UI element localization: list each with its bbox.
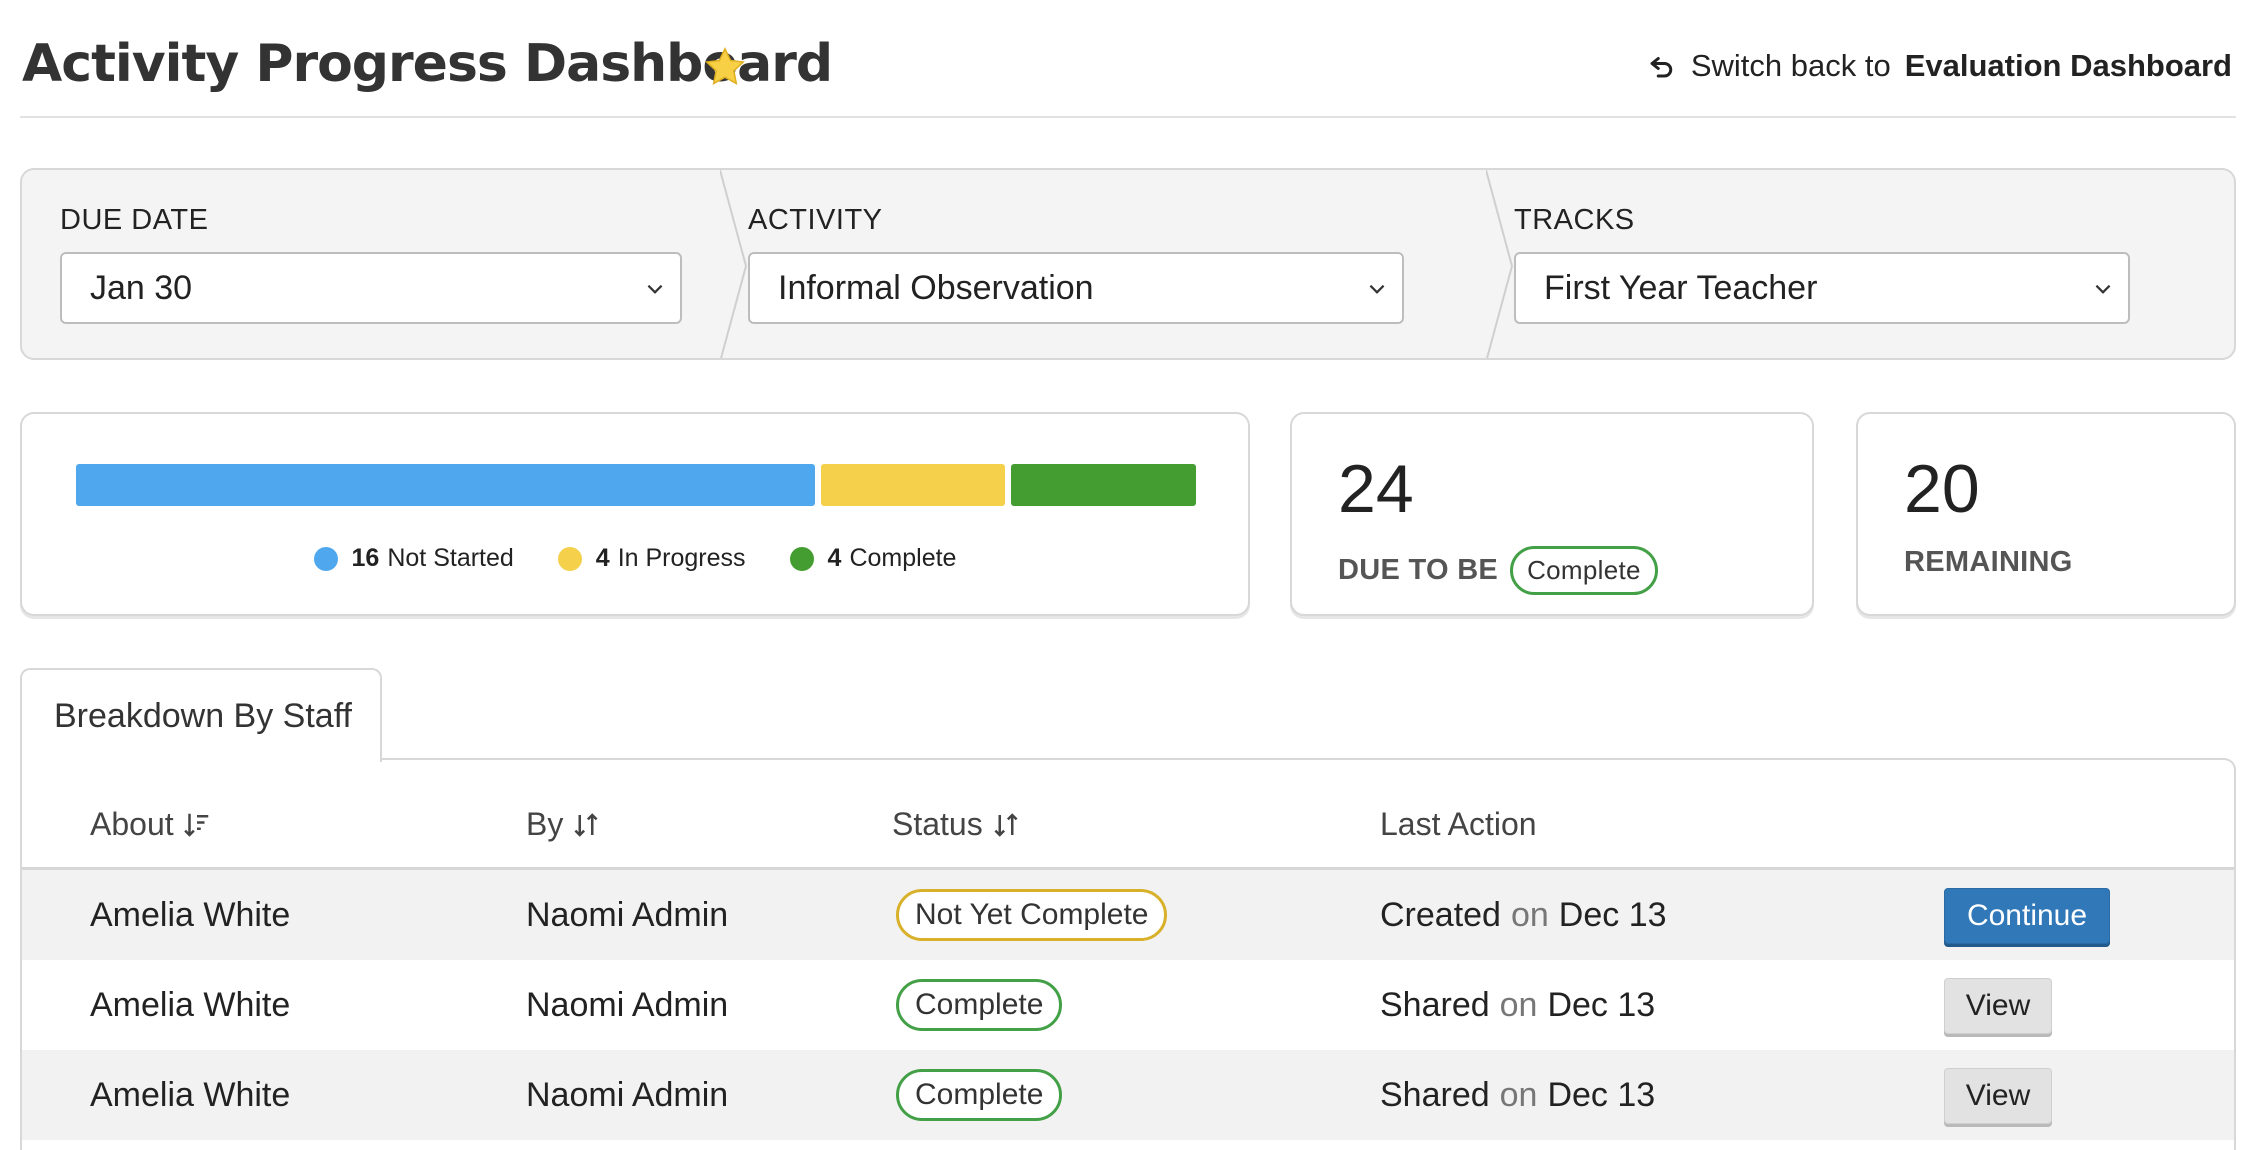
column-by[interactable]: By	[526, 806, 601, 843]
column-status[interactable]: Status	[892, 806, 1021, 843]
due-date-value: Jan 30	[90, 268, 193, 307]
row-last-action: Created on Dec 13	[1380, 870, 1667, 960]
view-button[interactable]: View	[1944, 978, 2052, 1034]
legend-complete: 4 Complete	[789, 544, 957, 573]
action-verb: Created	[1380, 895, 1501, 934]
remaining-card: 20 REMAINING	[1856, 412, 2236, 616]
status-badge: Complete	[896, 1069, 1063, 1121]
table-row: Amelia White Naomi Admin Complete Shared…	[22, 960, 2234, 1050]
row-last-action: Shared on Dec 13	[1380, 1050, 1655, 1140]
table-row: Amelia White Naomi Admin Not Yet Complet…	[22, 870, 2234, 960]
tracks-filter: TRACKS First Year Teacher	[1512, 170, 2234, 358]
due-date-filter: DUE DATE Jan 30	[22, 170, 742, 358]
complete-label: Complete	[849, 544, 957, 572]
column-last-action-label: Last Action	[1380, 806, 1537, 842]
legend-not-started: 16 Not Started	[313, 544, 514, 573]
undo-arrow-icon	[1650, 57, 1673, 78]
complete-count: 4	[827, 544, 842, 572]
not-started-label: Not Started	[387, 544, 514, 572]
action-connector: on	[1499, 1075, 1538, 1114]
action-date: Dec 13	[1547, 985, 1656, 1024]
progress-legend: 16 Not Started 4 In Progress 4 Complete	[22, 544, 1248, 573]
due-caption-text: DUE TO BE	[1338, 554, 1499, 586]
staff-table: About By Status Last Action Amelia White…	[20, 758, 2236, 1150]
chevron-down-icon	[1369, 284, 1385, 294]
filter-bar: DUE DATE Jan 30 ACTIVITY Informal Observ…	[20, 168, 2236, 360]
activity-filter: ACTIVITY Informal Observation	[746, 170, 1508, 358]
continue-button[interactable]: Continue	[1944, 888, 2110, 944]
chevron-down-icon	[647, 284, 663, 294]
yellow-dot-icon	[557, 546, 582, 571]
table-row: Amelia White Naomi Admin Complete Shared…	[22, 1050, 2234, 1140]
due-date-select[interactable]: Jan 30	[60, 252, 682, 324]
tracks-label: TRACKS	[1514, 204, 1635, 236]
switch-link-prefix: Switch back to	[1690, 48, 1891, 83]
column-about[interactable]: About	[90, 806, 212, 843]
legend-in-progress: 4 In Progress	[557, 544, 746, 573]
in-progress-label: In Progress	[617, 544, 746, 572]
progress-card: 16 Not Started 4 In Progress 4 Complete	[20, 412, 1250, 616]
remaining-count: 20	[1904, 451, 1980, 527]
table-header: About By Status Last Action	[22, 760, 2234, 870]
column-about-label: About	[90, 806, 174, 842]
row-about: Amelia White	[90, 1075, 291, 1114]
green-dot-icon	[789, 546, 814, 571]
action-connector: on	[1499, 985, 1538, 1024]
tracks-value: First Year Teacher	[1544, 268, 1818, 307]
blue-dot-icon	[313, 546, 338, 571]
activity-value: Informal Observation	[778, 268, 1094, 307]
action-connector: on	[1510, 895, 1549, 934]
activity-label: ACTIVITY	[748, 204, 883, 236]
sort-descending-icon	[183, 813, 208, 837]
chevron-down-icon	[2095, 284, 2111, 294]
sort-icon	[994, 812, 1018, 837]
view-button[interactable]: View	[1944, 1068, 2052, 1124]
due-count: 24	[1338, 451, 1414, 527]
progress-segment-not-started	[76, 464, 815, 506]
activity-select[interactable]: Informal Observation	[748, 252, 1404, 324]
row-by: Naomi Admin	[526, 895, 729, 934]
switch-dashboard-link[interactable]: Switch back to Evaluation Dashboard	[1647, 48, 2232, 84]
column-status-label: Status	[892, 806, 983, 842]
action-verb: Shared	[1380, 985, 1490, 1024]
in-progress-count: 4	[595, 544, 610, 572]
due-card: 24 DUE TO BE Complete	[1290, 412, 1814, 616]
due-date-label: DUE DATE	[60, 204, 209, 236]
action-verb: Shared	[1380, 1075, 1490, 1114]
status-badge: Complete	[896, 979, 1063, 1031]
row-about: Amelia White	[90, 895, 291, 934]
action-date: Dec 13	[1547, 1075, 1656, 1114]
row-by: Naomi Admin	[526, 1075, 729, 1114]
status-badge: Not Yet Complete	[896, 889, 1168, 941]
action-date: Dec 13	[1558, 895, 1667, 934]
column-by-label: By	[526, 806, 564, 842]
not-started-count: 16	[351, 544, 380, 572]
switch-link-target: Evaluation Dashboard	[1904, 48, 2232, 83]
complete-badge: Complete	[1510, 546, 1658, 595]
tracks-select[interactable]: First Year Teacher	[1514, 252, 2130, 324]
progress-segment-in-progress	[820, 464, 1006, 506]
column-last-action: Last Action	[1380, 806, 1537, 843]
sort-icon	[574, 812, 598, 837]
row-last-action: Shared on Dec 13	[1380, 960, 1655, 1050]
row-by: Naomi Admin	[526, 985, 729, 1024]
page-header: Activity Progress Dashboard Switch back …	[20, 0, 2236, 118]
tab-breakdown-by-staff[interactable]: Breakdown By Staff	[20, 668, 382, 762]
due-caption: DUE TO BE Complete	[1338, 546, 1658, 595]
star-icon[interactable]	[702, 44, 748, 90]
remaining-caption: REMAINING	[1904, 546, 2073, 578]
progress-segment-complete	[1011, 464, 1196, 506]
row-about: Amelia White	[90, 985, 291, 1024]
